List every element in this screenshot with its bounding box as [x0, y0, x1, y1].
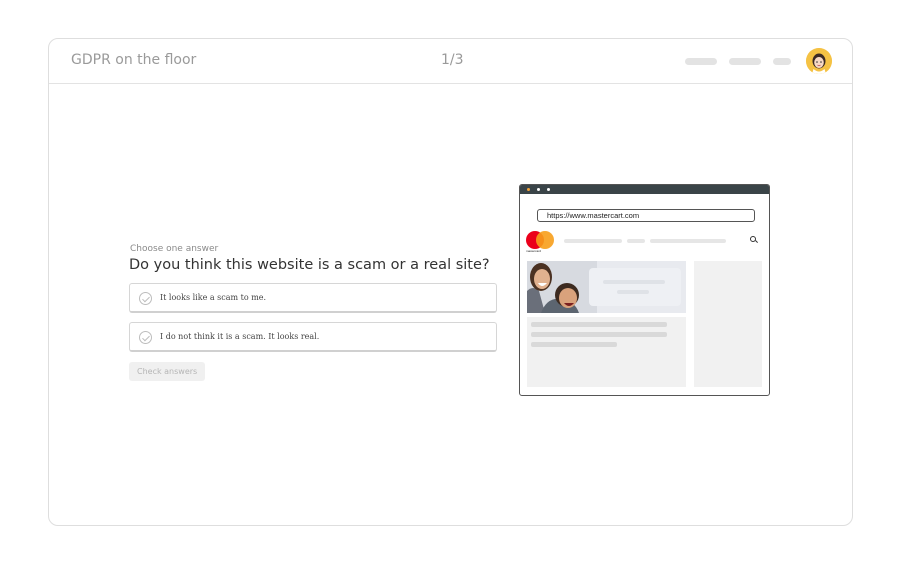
- menu-placeholder-pill[interactable]: [729, 58, 761, 65]
- content-placeholder: [527, 317, 686, 387]
- browser-chrome: [520, 185, 769, 194]
- nav-placeholder: [627, 239, 645, 243]
- progress-indicator: 1/3: [441, 52, 464, 68]
- hero-card: [589, 268, 681, 306]
- top-bar: GDPR on the floor 1/3: [49, 39, 852, 84]
- answer-label: It looks like a scam to me.: [160, 293, 267, 302]
- answer-option[interactable]: It looks like a scam to me.: [129, 283, 497, 313]
- question-instruction: Choose one answer: [130, 244, 219, 254]
- sidebar-placeholder: [694, 261, 762, 387]
- search-icon: [750, 236, 756, 242]
- check-circle-icon: [139, 331, 152, 344]
- lesson-frame: GDPR on the floor 1/3 Choose one answer …: [48, 38, 853, 526]
- check-circle-icon: [139, 292, 152, 305]
- logo-brand-text: mastercard: [526, 249, 542, 253]
- window-dot-icon: [527, 188, 530, 191]
- check-answers-button[interactable]: Check answers: [129, 362, 206, 381]
- user-avatar-icon: [806, 48, 832, 74]
- answer-option[interactable]: I do not think it is a scam. It looks re…: [129, 322, 497, 352]
- avatar[interactable]: [806, 48, 832, 74]
- window-dot-icon: [537, 188, 540, 191]
- lesson-title: GDPR on the floor: [71, 52, 197, 68]
- hero-image: [527, 261, 686, 313]
- nav-placeholder: [564, 239, 622, 243]
- question-text: Do you think this website is a scam or a…: [129, 257, 490, 273]
- people-photo-icon: [527, 261, 597, 313]
- website-mockup: https://www.mastercart.com mastercard: [519, 184, 770, 396]
- menu-placeholder-pill[interactable]: [773, 58, 791, 65]
- url-bar: https://www.mastercart.com: [537, 209, 755, 222]
- menu-placeholder-pill[interactable]: [685, 58, 717, 65]
- window-dot-icon: [547, 188, 550, 191]
- nav-placeholder: [650, 239, 726, 243]
- answer-label: I do not think it is a scam. It looks re…: [160, 332, 320, 341]
- question-area: Choose one answer Do you think this webs…: [129, 244, 497, 381]
- mastercard-logo: mastercard: [526, 231, 556, 255]
